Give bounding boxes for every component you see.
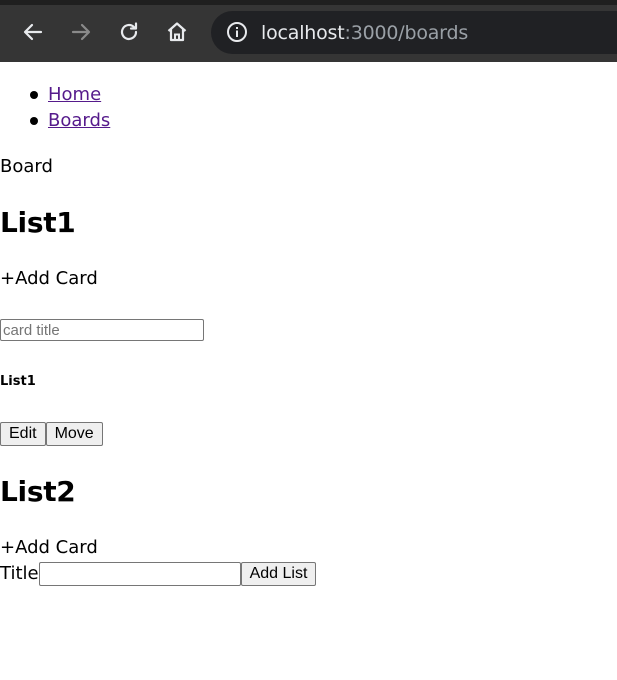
browser-toolbar: localhost:3000/boards bbox=[0, 0, 617, 62]
nav-item-home: Home bbox=[0, 82, 110, 108]
reload-button[interactable] bbox=[113, 16, 145, 48]
card-actions: Edit Move bbox=[0, 422, 103, 446]
home-button[interactable] bbox=[161, 16, 193, 48]
home-icon bbox=[167, 22, 187, 42]
list-title-input[interactable] bbox=[38, 562, 241, 586]
new-list-form: Title Add List bbox=[0, 562, 317, 586]
nav-list: Home Boards bbox=[0, 82, 110, 134]
arrow-left-icon bbox=[23, 23, 43, 41]
reload-icon bbox=[120, 22, 138, 41]
home-link[interactable]: Home bbox=[48, 84, 101, 105]
url-host: localhost bbox=[261, 22, 345, 44]
title-label: Title bbox=[0, 563, 39, 584]
list-title: List1 bbox=[0, 206, 76, 239]
add-card-button[interactable]: +Add Card bbox=[0, 268, 98, 290]
nav-item-boards: Boards bbox=[0, 108, 110, 134]
edit-button[interactable]: Edit bbox=[0, 422, 46, 446]
boards-link[interactable]: Boards bbox=[48, 110, 110, 131]
card-title: List1 bbox=[0, 374, 36, 389]
card-title-input[interactable] bbox=[0, 319, 204, 341]
add-list-button[interactable]: Add List bbox=[240, 562, 317, 586]
info-icon[interactable] bbox=[226, 21, 248, 43]
list-title: List2 bbox=[0, 475, 76, 508]
add-card-button[interactable]: +Add Card bbox=[0, 537, 98, 559]
forward-button[interactable] bbox=[65, 16, 97, 48]
move-button[interactable]: Move bbox=[45, 422, 103, 446]
url-path: :3000/boards bbox=[344, 22, 469, 44]
address-bar[interactable]: localhost:3000/boards bbox=[211, 11, 617, 54]
board-label: Board bbox=[0, 156, 53, 177]
back-button[interactable] bbox=[17, 16, 49, 48]
arrow-right-icon bbox=[71, 23, 91, 41]
url-text: localhost:3000/boards bbox=[261, 21, 468, 45]
tab-strip bbox=[0, 0, 617, 5]
